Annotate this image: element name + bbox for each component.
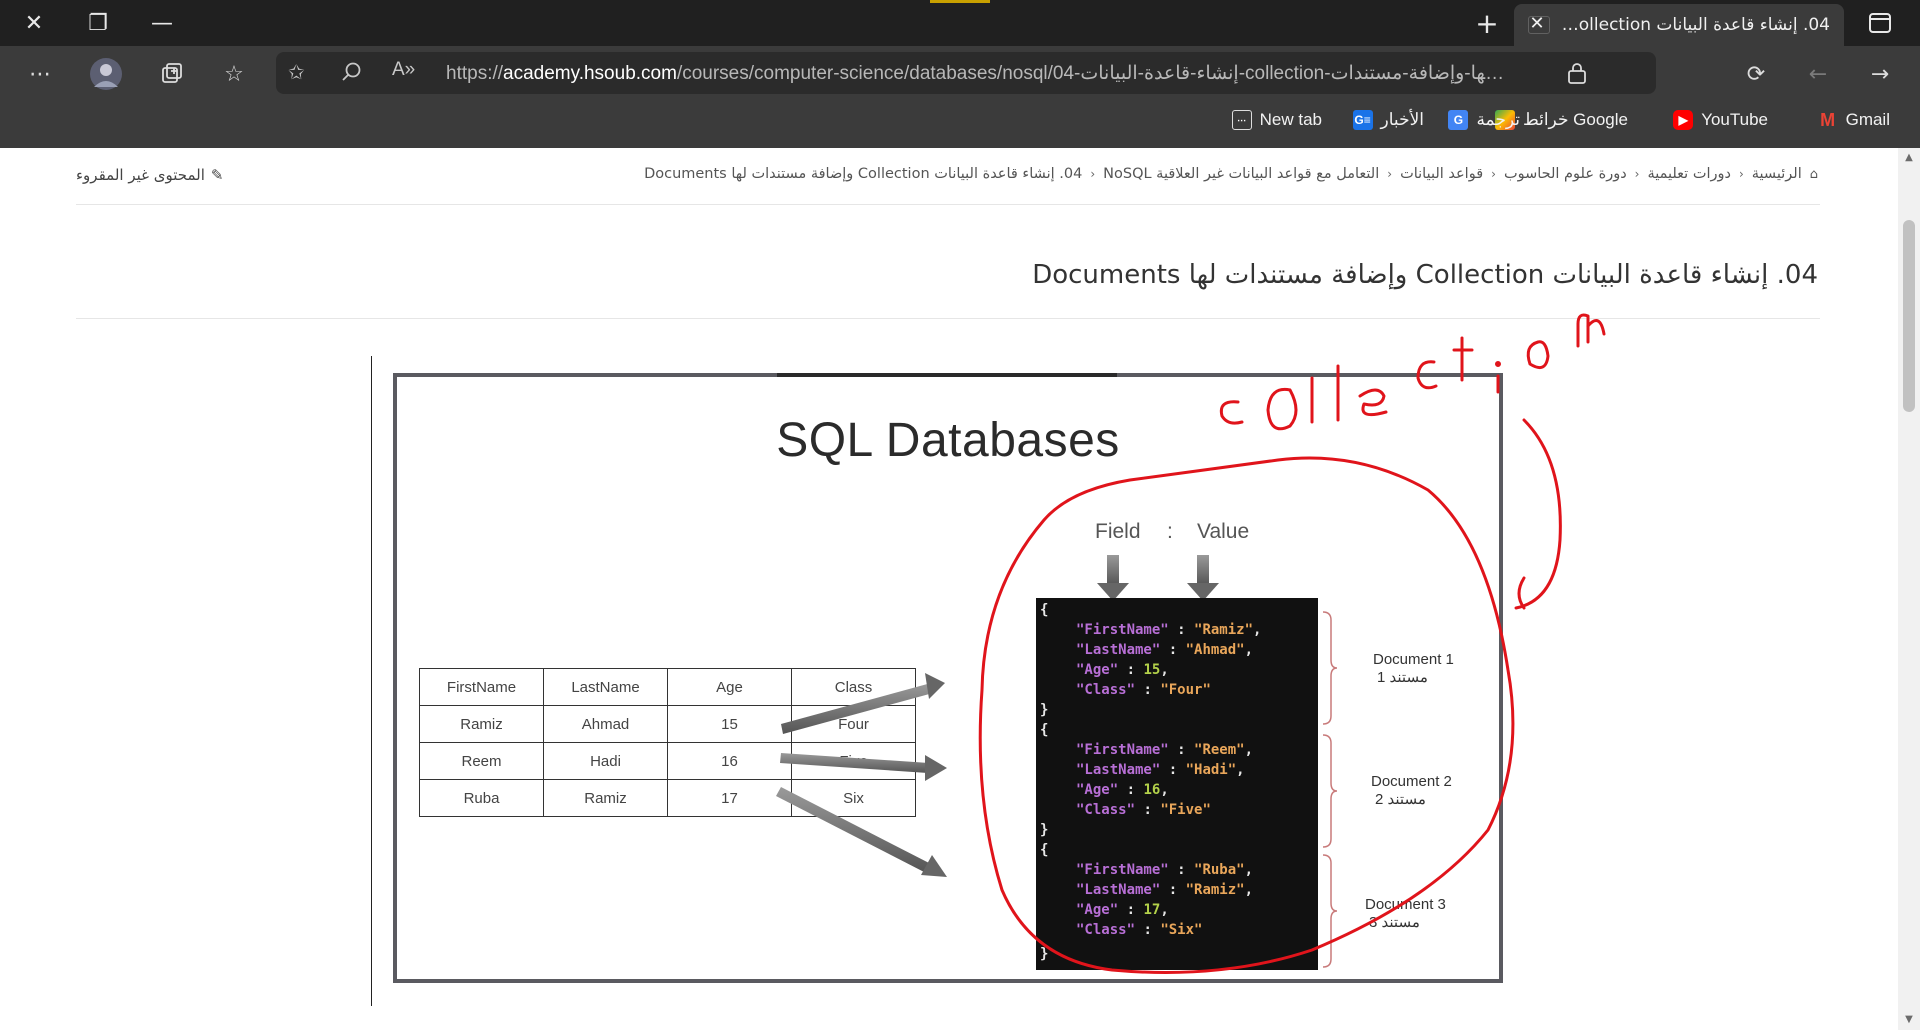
page-title: 04. إنشاء قاعدة البيانات Collection وإضا… [1032,260,1818,290]
fav-youtube[interactable]: ▶ YouTube [1673,107,1768,133]
document-bracket [1322,854,1338,968]
document-bracket [1322,611,1338,725]
document-bracket [1322,734,1338,848]
scroll-thumb[interactable] [1903,220,1915,412]
document-label: Document 1 مستند 1 [1373,651,1454,686]
read-aloud-icon[interactable]: A» [392,59,415,81]
avatar[interactable] [86,54,126,94]
code-line: "Class" : "Six" [1076,922,1203,938]
minimize-window-icon[interactable]: — [130,0,194,46]
wand-icon: ✎ [210,166,224,184]
gmail-icon: M [1820,109,1836,130]
restore-window-icon[interactable]: ❐ [66,0,130,46]
tab-close-icon[interactable]: ✕ [1524,10,1550,36]
document-label: Document 3 مستند 3 [1365,896,1446,931]
document-label: Document 2 مستند 2 [1371,773,1452,808]
browser-chrome: ✕ ❐ — + 04. إنشاء قاعدة البيانات Collect… [0,0,1920,148]
url-path: /courses/computer-science/databases/nosq… [676,63,1506,84]
tab-title: 04. إنشاء قاعدة البيانات Collection وإضا… [1560,15,1830,35]
scroll-down-icon[interactable]: ▼ [1903,1014,1915,1025]
fav-label: YouTube [1701,110,1768,129]
tab-strip: ✕ ❐ — + 04. إنشاء قاعدة البيانات Collect… [0,0,1920,46]
address-bar[interactable]: ✩ A» https://academy.hsoub.com/courses/c… [276,52,1656,94]
close-window-icon[interactable]: ✕ [2,0,66,46]
breadcrumb-nosql[interactable]: التعامل مع قواعد البيانات غير العلاقية N… [1103,166,1379,182]
new-tab-button[interactable]: + [1470,6,1504,40]
fav-label: ترجمة [1476,110,1520,129]
unread-label: المحتوى غير المقروء [76,166,205,184]
refresh-icon[interactable]: ⟳ [1736,54,1776,94]
field-arrow [1097,555,1129,601]
code-line: "FirstName" : "Ruba", [1076,862,1254,878]
json-documents-box: { "FirstName" : "Ramiz", "LastName" : "A… [1036,598,1318,970]
lock-icon[interactable] [1566,61,1590,85]
drag-indicator [930,0,990,3]
code-line: "LastName" : "Ramiz", [1076,882,1254,898]
news-icon: G≡ [1352,110,1373,130]
breadcrumb-current: 04. إنشاء قاعدة البيانات Collection وإضا… [644,166,1083,182]
brace: { [1040,602,1049,618]
home-icon: ⌂ [1809,166,1818,182]
content-rule [371,356,372,1006]
brace: { [1040,722,1049,738]
favorites-bar: M Gmail ▶ YouTube خرائط Google G ترجمة G… [0,104,1920,136]
divider [76,318,1820,319]
breadcrumb: ⌂ الرئيسية ‹ دورات تعليمية ‹ دورة علوم الح… [644,166,1818,182]
tab-actions-icon[interactable] [1860,8,1900,38]
code-line: "LastName" : "Hadi", [1076,762,1245,778]
tab-active[interactable]: 04. إنشاء قاعدة البيانات Collection وإضا… [1514,4,1844,46]
lesson-figure: SQL Databases FirstName LastName Age Cla… [393,373,1503,983]
forward-icon[interactable]: → [1860,54,1900,94]
search-icon[interactable] [340,60,368,88]
brace: } [1040,946,1049,962]
breadcrumb-home[interactable]: الرئيسية [1752,166,1802,182]
scroll-up-icon[interactable]: ▲ [1903,152,1915,163]
collections-icon[interactable] [152,54,192,94]
fav-news[interactable]: G≡ الأخبار [1352,107,1424,133]
fav-label: خرائط Google [1522,110,1628,129]
url-field[interactable]: https://academy.hsoub.com/courses/comput… [446,62,1506,85]
code-line: "FirstName" : "Ramiz", [1076,622,1262,638]
fav-gmail[interactable]: M Gmail [1818,107,1890,133]
breadcrumb-courses[interactable]: دورات تعليمية [1647,166,1731,182]
code-line: "LastName" : "Ahmad", [1076,642,1254,658]
code-line: "Class" : "Four" [1076,682,1211,698]
newtab-icon: ⋯ [1231,110,1252,130]
fav-label: الأخبار [1380,110,1424,129]
url-host: academy.hsoub.com [503,63,677,84]
translate-icon: G [1448,110,1469,130]
page-content: ⌂ الرئيسية ‹ دورات تعليمية ‹ دورة علوم الح… [0,148,1898,1030]
fav-translate[interactable]: G ترجمة [1448,107,1520,133]
fav-label: Gmail [1845,110,1890,129]
page-scrollbar[interactable]: ▲ ▼ [1898,148,1920,1030]
favorites-icon[interactable]: ☆ [214,54,254,94]
breadcrumb-databases[interactable]: قواعد البيانات [1400,166,1483,182]
brace: } [1040,822,1049,838]
code-line: "Age" : 16, [1076,782,1169,798]
figure-arrows [776,555,1338,968]
divider [76,204,1820,205]
row-arrow-2 [780,753,947,781]
back-icon[interactable]: ← [1798,54,1838,94]
code-line: "Age" : 17, [1076,902,1169,918]
breadcrumb-cs-course[interactable]: دورة علوم الحاسوب [1504,166,1627,182]
value-arrow [1187,555,1219,601]
fav-label: New tab [1259,110,1322,129]
unread-content-link[interactable]: ✎ المحتوى غير المقروء [76,166,223,184]
brace: } [1040,702,1049,718]
row-arrow-1 [781,673,945,734]
brace: { [1040,842,1049,858]
code-line: "Age" : 15, [1076,662,1169,678]
add-favorite-icon[interactable]: ✩ [288,60,316,88]
more-menu-icon[interactable]: ⋯ [20,54,60,94]
row-arrow-3 [776,787,947,877]
fav-newtab[interactable]: ⋯ New tab [1231,107,1322,133]
url-prefix: https:// [446,63,504,84]
code-line: "Class" : "Five" [1076,802,1211,818]
code-line: "FirstName" : "Reem", [1076,742,1254,758]
youtube-icon: ▶ [1673,110,1694,130]
